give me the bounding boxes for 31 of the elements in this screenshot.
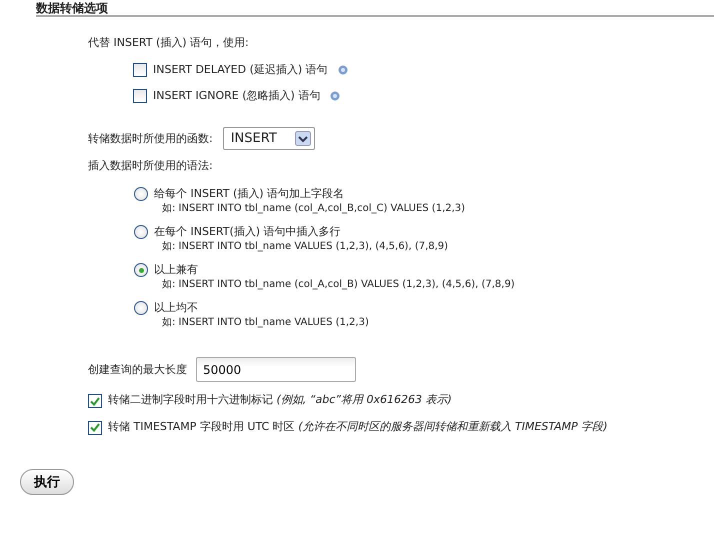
- help-icon[interactable]: [330, 91, 340, 101]
- checkbox[interactable]: [88, 394, 102, 408]
- radio-label: 以上均不: [154, 301, 198, 315]
- checkbox-label: INSERT DELAYED (延迟插入) 语句: [153, 63, 328, 77]
- checkbox[interactable]: [88, 420, 102, 434]
- radio-label: 以上兼有: [154, 263, 198, 277]
- execute-button[interactable]: 执行: [20, 469, 74, 495]
- radio-button[interactable]: [134, 263, 148, 277]
- syntax-example: 如: INSERT INTO tbl_name VALUES (1,2,3): [162, 316, 370, 330]
- checkbox[interactable]: [133, 63, 147, 77]
- syntax-example: 如: INSERT INTO tbl_name VALUES (1,2,3), (4,5,6), (7,8,9): [162, 240, 450, 254]
- max-length-field[interactable]: 50000: [196, 357, 356, 382]
- dropdown-icon: [294, 131, 311, 146]
- option-label: 转储 TIMESTAMP 字段时用 UTC 时区 (允许在不同时区的服务器间转储和重新载入 TIMESTAMP 字段): [108, 418, 608, 434]
- option-label: 转储二进制字段时用十六进制标记 (例如, “abc”将用 0x616263 表示): [108, 392, 452, 408]
- function-select[interactable]: INSERT: [222, 127, 315, 150]
- radio-label: 给每个 INSERT (插入) 语句加上字段名: [154, 187, 344, 201]
- radio-button[interactable]: [134, 187, 148, 201]
- section-label: 插入数据时所使用的语法:: [88, 159, 214, 173]
- radio-button[interactable]: [134, 301, 148, 315]
- field-label: 转储数据时所使用的函数:: [88, 132, 213, 146]
- checkbox[interactable]: [133, 89, 147, 103]
- field-label: 创建查询的最大长度: [88, 362, 187, 376]
- section-label: 代替 INSERT (插入) 语句，使用:: [88, 36, 250, 50]
- radio-label: 在每个 INSERT(插入) 语句中插入多行: [154, 225, 341, 239]
- checkbox-label: INSERT IGNORE (忽略插入) 语句: [153, 89, 320, 103]
- section-title: 数据转储选项: [36, 0, 714, 17]
- syntax-example: 如: INSERT INTO tbl_name (col_A,col_B) VALUES (1,2,3), (4,5,6), (7,8,9): [162, 278, 516, 292]
- syntax-example: 如: INSERT INTO tbl_name (col_A,col_B,col_C) VALUES (1,2,3): [162, 202, 466, 216]
- radio-button[interactable]: [134, 225, 148, 239]
- help-icon[interactable]: [338, 65, 348, 75]
